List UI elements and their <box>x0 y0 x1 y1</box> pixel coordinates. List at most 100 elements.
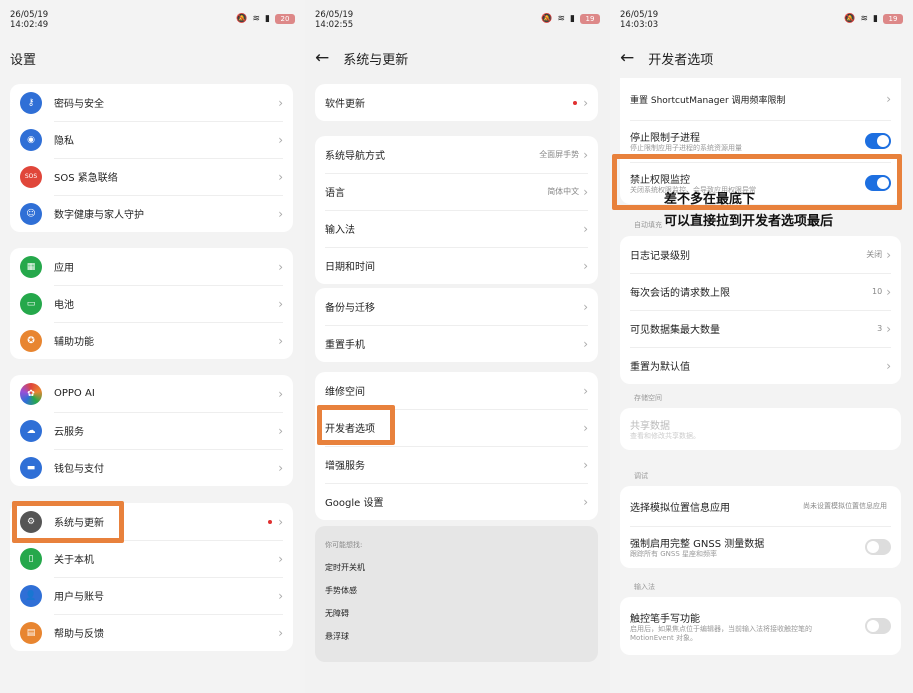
settings-item-label: 触控笔手写功能 <box>630 613 700 625</box>
chevron-right-icon: › <box>278 95 283 110</box>
help-icon: ▤ <box>20 621 42 644</box>
settings-item-cloud[interactable]: ☁ 云服务 › <box>10 412 293 449</box>
settings-item-wellbeing[interactable]: ☺ 数字健康与家人守护 › <box>10 195 293 232</box>
settings-item-label: 输入法 <box>325 225 355 236</box>
chevron-right-icon: › <box>583 221 588 236</box>
chevron-right-icon: › <box>278 296 283 311</box>
settings-item-log-level[interactable]: 日志记录级别 关闭 › <box>620 236 901 273</box>
settings-item-label: 密码与安全 <box>54 99 104 110</box>
settings-item-reset-shortcut[interactable]: 重置 ShortcutManager 调用频率限制 › <box>620 78 901 120</box>
chevron-right-icon: › <box>278 206 283 221</box>
toggle-stop-limit[interactable] <box>865 133 891 149</box>
settings-item-sos[interactable]: SOS SOS 紧急联络 › <box>10 158 293 195</box>
settings-item-value: 关闭 <box>866 250 883 259</box>
settings-item-label: 电池 <box>54 300 74 311</box>
settings-group-3: ✿ OPPO AI › ☁ 云服务 › ▬ 钱包与支付 › <box>10 375 293 486</box>
page-title: 设置 <box>10 52 37 68</box>
settings-item-value: 尚未设置模拟位置信息应用 <box>803 502 887 510</box>
suggestions-card: 你可能想找: 定时开关机 手势体感 无障碍 悬浮球 <box>315 526 598 662</box>
suggestion-item[interactable]: 无障碍 <box>315 602 598 625</box>
toggle-gnss[interactable] <box>865 539 891 555</box>
system-update-screen: 26/05/19 14:02:55 🔕 ≋ ▮ 19 ← 系统与更新 软件更新 ›… <box>305 0 610 693</box>
status-bar: 26/05/19 14:02:49 🔕 ≋ ▮ 20 <box>10 10 295 36</box>
settings-item-ai[interactable]: ✿ OPPO AI › <box>10 375 293 412</box>
settings-item-sub: 停止限制应用子进程的系统资源用量 <box>630 144 742 152</box>
status-icons: 🔕 ≋ ▮ 20 <box>236 14 295 24</box>
settings-item-software-update[interactable]: 软件更新 › <box>315 84 598 121</box>
settings-item-language[interactable]: 语言 简体中文 › <box>315 173 598 210</box>
toggle-stylus[interactable] <box>865 618 891 634</box>
settings-item-about[interactable]: ▯ 关于本机 › <box>10 540 293 577</box>
settings-item-privacy[interactable]: ◉ 隐私 › <box>10 121 293 158</box>
chevron-right-icon: › <box>278 132 283 147</box>
page-header: ← 系统与更新 <box>315 46 600 70</box>
settings-item-reset-default[interactable]: 重置为默认值 › <box>620 347 901 384</box>
settings-item-label: 语言 <box>325 188 345 199</box>
chevron-right-icon: › <box>278 588 283 603</box>
settings-item-repair[interactable]: 维修空间 › <box>315 372 598 409</box>
settings-item-label: 辅助功能 <box>54 337 94 348</box>
signal-icon: ▮ <box>570 14 575 24</box>
settings-item-input-method[interactable]: 输入法 › <box>315 210 598 247</box>
settings-item-label: Google 设置 <box>325 498 384 509</box>
mute-icon: 🔕 <box>541 14 553 24</box>
settings-item-apps[interactable]: ▦ 应用 › <box>10 248 293 285</box>
chevron-right-icon: › <box>278 460 283 475</box>
accessibility-icon: ✪ <box>20 329 42 352</box>
settings-item-label: 数字健康与家人守护 <box>54 210 144 221</box>
dev-group-4: 选择模拟位置信息应用 尚未设置模拟位置信息应用 强制启用完整 GNSS 测量数据跟… <box>620 486 901 568</box>
settings-item-request-limit[interactable]: 每次会话的请求数上限 10 › <box>620 273 901 310</box>
settings-item-mock-location[interactable]: 选择模拟位置信息应用 尚未设置模拟位置信息应用 <box>620 486 901 526</box>
chevron-right-icon: › <box>886 247 891 262</box>
settings-item-password[interactable]: ⚷ 密码与安全 › <box>10 84 293 121</box>
suggestion-item[interactable]: 定时开关机 <box>315 556 598 579</box>
chevron-right-icon: › <box>583 457 588 472</box>
dev-group-5: 触控笔手写功能 启用后，如果焦点位于编辑器，当前输入法将接收触控笔的 Motion… <box>620 597 901 655</box>
chevron-right-icon: › <box>583 299 588 314</box>
settings-item-label: 云服务 <box>54 427 84 438</box>
chevron-right-icon: › <box>278 386 283 401</box>
settings-item-help[interactable]: ▤ 帮助与反馈 › <box>10 614 293 651</box>
status-bar: 26/05/19 14:03:03 🔕 ≋ ▮ 19 <box>620 10 903 36</box>
status-bar: 26/05/19 14:02:55 🔕 ≋ ▮ 19 <box>315 10 600 36</box>
battery-icon: 19 <box>883 14 903 24</box>
chevron-right-icon: › <box>583 336 588 351</box>
section-label-autofill: 自动填充 <box>634 221 662 229</box>
settings-item-reset[interactable]: 重置手机 › <box>315 325 598 362</box>
battery-icon: ▭ <box>20 292 42 315</box>
chevron-right-icon: › <box>278 259 283 274</box>
settings-item-label: 重置为默认值 <box>630 362 690 373</box>
back-arrow-icon[interactable]: ← <box>620 48 634 68</box>
settings-item-accessibility[interactable]: ✪ 辅助功能 › <box>10 322 293 359</box>
chevron-right-icon: › <box>583 95 588 110</box>
settings-item-datetime[interactable]: 日期和时间 › <box>315 247 598 284</box>
page-title: 系统与更新 <box>343 52 409 68</box>
suggestion-item[interactable]: 手势体感 <box>315 579 598 602</box>
settings-item-enhanced[interactable]: 增强服务 › <box>315 446 598 483</box>
settings-item-accounts[interactable]: 👤 用户与账号 › <box>10 577 293 614</box>
settings-item-label: 重置手机 <box>325 340 365 351</box>
settings-group-2: ▦ 应用 › ▭ 电池 › ✪ 辅助功能 › <box>10 248 293 359</box>
settings-item-battery[interactable]: ▭ 电池 › <box>10 285 293 322</box>
settings-item-google[interactable]: Google 设置 › <box>315 483 598 520</box>
back-arrow-icon[interactable]: ← <box>315 48 329 68</box>
system-group-2: 系统导航方式 全面屏手势 › 语言 简体中文 › 输入法 › 日期和时间 › <box>315 136 598 284</box>
settings-item-dataset-max[interactable]: 可见数据集最大数量 3 › <box>620 310 901 347</box>
annotation-line-2: 可以直接拉到开发者选项最后 <box>664 214 834 229</box>
privacy-icon: ◉ <box>20 128 42 151</box>
settings-item-navigation[interactable]: 系统导航方式 全面屏手势 › <box>315 136 598 173</box>
developer-options-screen: 26/05/19 14:03:03 🔕 ≋ ▮ 19 ← 开发者选项 重置 Sh… <box>610 0 913 693</box>
settings-item-backup[interactable]: 备份与迁移 › <box>315 288 598 325</box>
update-dot <box>573 100 578 105</box>
settings-item-wallet[interactable]: ▬ 钱包与支付 › <box>10 449 293 486</box>
suggestion-item[interactable]: 悬浮球 <box>315 625 598 648</box>
chevron-right-icon: › <box>583 383 588 398</box>
mute-icon: 🔕 <box>236 14 248 24</box>
chevron-right-icon: › <box>278 423 283 438</box>
status-icons: 🔕 ≋ ▮ 19 <box>844 14 903 24</box>
settings-item-value: 10 <box>872 287 883 296</box>
highlight-box-developer-options <box>317 405 395 445</box>
chevron-right-icon: › <box>278 169 283 184</box>
settings-item-gnss: 强制启用完整 GNSS 测量数据 跟踪所有 GNSS 星座和频率 <box>620 526 901 568</box>
chevron-right-icon: › <box>583 258 588 273</box>
